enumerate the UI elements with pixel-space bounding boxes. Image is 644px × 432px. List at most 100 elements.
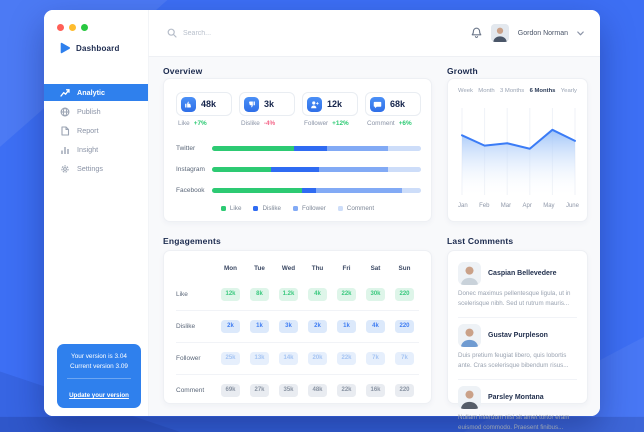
thumbs-down-icon xyxy=(244,97,259,112)
table-row-like: Like 12k 8k 1.2k 4k 22k 30k 220 xyxy=(176,281,419,307)
gear-icon xyxy=(60,164,70,174)
table-cell: 13k xyxy=(250,352,269,365)
table-cell: 16k xyxy=(366,384,385,397)
app-window: Dashboard Analytic Publish xyxy=(44,10,600,416)
stat-follower: 12k Follower +12% xyxy=(302,92,358,127)
table-cell: 220 xyxy=(395,320,414,333)
table-cell: 27k xyxy=(250,384,269,397)
stat-value: 68k xyxy=(390,99,405,109)
commenter-name: Gustav Purpleson xyxy=(488,332,548,339)
sidebar-item-insight[interactable]: Insight xyxy=(44,140,148,159)
bar-chart-icon xyxy=(60,145,70,155)
divider xyxy=(458,379,577,380)
divider xyxy=(176,374,419,375)
minimize-button[interactable] xyxy=(69,24,76,31)
growth-chart xyxy=(458,104,579,197)
bell-icon[interactable] xyxy=(471,27,482,39)
chevron-down-icon[interactable] xyxy=(577,31,584,36)
header-actions: Gordon Norman xyxy=(471,24,584,42)
stat-label: Comment xyxy=(367,120,395,127)
sidebar: Dashboard Analytic Publish xyxy=(44,10,148,416)
search-input[interactable] xyxy=(183,30,343,37)
table-cell: 1k xyxy=(250,320,269,333)
top-bar: Gordon Norman xyxy=(148,10,600,57)
table-cell: 2k xyxy=(308,320,327,333)
table-cell: 4k xyxy=(366,320,385,333)
stat-like: 48k Like +7% xyxy=(176,92,232,127)
table-cell: 14k xyxy=(279,352,298,365)
commenter-avatar xyxy=(458,324,481,347)
sidebar-item-publish[interactable]: Publish xyxy=(44,102,148,121)
tab-6-months[interactable]: 6 Months xyxy=(530,88,556,94)
growth-x-axis: JanFeb MarApr MayJune xyxy=(458,203,579,209)
stat-label: Dislike xyxy=(241,120,260,127)
logo-icon xyxy=(59,42,71,54)
legend-item: Like xyxy=(221,205,242,212)
growth-card: Week Month 3 Months 6 Months Yearly JanF… xyxy=(447,78,588,222)
close-button[interactable] xyxy=(57,24,64,31)
table-cell: 20k xyxy=(308,352,327,365)
table-cell: 48k xyxy=(308,384,327,397)
update-version-link[interactable]: Update your version xyxy=(69,392,129,399)
divider xyxy=(67,378,131,379)
stacked-bar xyxy=(212,146,421,151)
comment-item: Caspian Bellevedere Donec maximus pellen… xyxy=(458,260,577,313)
table-cell: 220 xyxy=(395,288,414,301)
app-logo: Dashboard xyxy=(59,42,120,54)
platform-label: Instagram xyxy=(176,166,212,173)
sidebar-item-label: Report xyxy=(77,126,99,135)
commenter-avatar xyxy=(458,386,481,409)
tab-yearly[interactable]: Yearly xyxy=(561,88,577,94)
table-cell: 3k xyxy=(279,320,298,333)
legend-item: Dislike xyxy=(253,205,281,212)
table-row-follower: Follower 25k 13k 14k 20k 22k 7k 7k xyxy=(176,345,419,371)
search-icon xyxy=(167,28,177,38)
table-row-dislike: Dislike 2k 1k 3k 2k 1k 4k 220 xyxy=(176,313,419,339)
stat-dislike: 3k Dislike -4% xyxy=(239,92,295,127)
table-cell: 12k xyxy=(221,288,240,301)
platform-bar-twitter: Twitter xyxy=(176,142,421,154)
stacked-bar xyxy=(212,188,421,193)
follower-icon xyxy=(307,97,322,112)
comment-text: Nullam interdum nisi sit amet tortor era… xyxy=(458,413,577,432)
version-current: Your version is 3.04 xyxy=(61,352,137,362)
trending-up-icon xyxy=(60,88,70,98)
table-cell: 7k xyxy=(366,352,385,365)
bar-legend: Like Dislike Follower Comment xyxy=(164,205,431,212)
comment-icon xyxy=(370,97,385,112)
globe-icon xyxy=(60,107,70,117)
table-cell: 22k xyxy=(337,384,356,397)
logo-label: Dashboard xyxy=(76,44,120,53)
table-cell: 22k xyxy=(337,352,356,365)
tab-month[interactable]: Month xyxy=(478,88,494,94)
stacked-bar xyxy=(212,167,421,172)
table-cell: 30k xyxy=(366,288,385,301)
stat-delta: -4% xyxy=(264,120,275,127)
sidebar-item-label: Publish xyxy=(77,107,101,116)
sidebar-item-settings[interactable]: Settings xyxy=(44,159,148,178)
thumbs-up-icon xyxy=(181,97,196,112)
tab-week[interactable]: Week xyxy=(458,88,473,94)
platform-bar-facebook: Facebook xyxy=(176,184,421,196)
report-icon xyxy=(60,126,70,136)
table-cell: 4k xyxy=(308,288,327,301)
commenter-name: Caspian Bellevedere xyxy=(488,270,556,277)
legend-item: Comment xyxy=(338,205,374,212)
tab-3-months[interactable]: 3 Months xyxy=(500,88,524,94)
user-name: Gordon Norman xyxy=(518,30,568,37)
table-row-comment: Comment 69k 27k 35k 48k 22k 16k 220 xyxy=(176,377,419,403)
table-cell: 69k xyxy=(221,384,240,397)
sidebar-item-analytic[interactable]: Analytic xyxy=(44,84,148,101)
stat-label: Like xyxy=(178,120,190,127)
search-bar[interactable] xyxy=(167,28,471,38)
maximize-button[interactable] xyxy=(81,24,88,31)
sidebar-item-label: Settings xyxy=(77,164,103,173)
user-avatar xyxy=(491,24,509,42)
divider xyxy=(458,317,577,318)
divider xyxy=(176,310,419,311)
sidebar-item-report[interactable]: Report xyxy=(44,121,148,140)
stat-comment: 68k Comment +6% xyxy=(365,92,421,127)
table-cell: 35k xyxy=(279,384,298,397)
stat-value: 48k xyxy=(201,99,216,109)
stat-value: 12k xyxy=(327,99,342,109)
